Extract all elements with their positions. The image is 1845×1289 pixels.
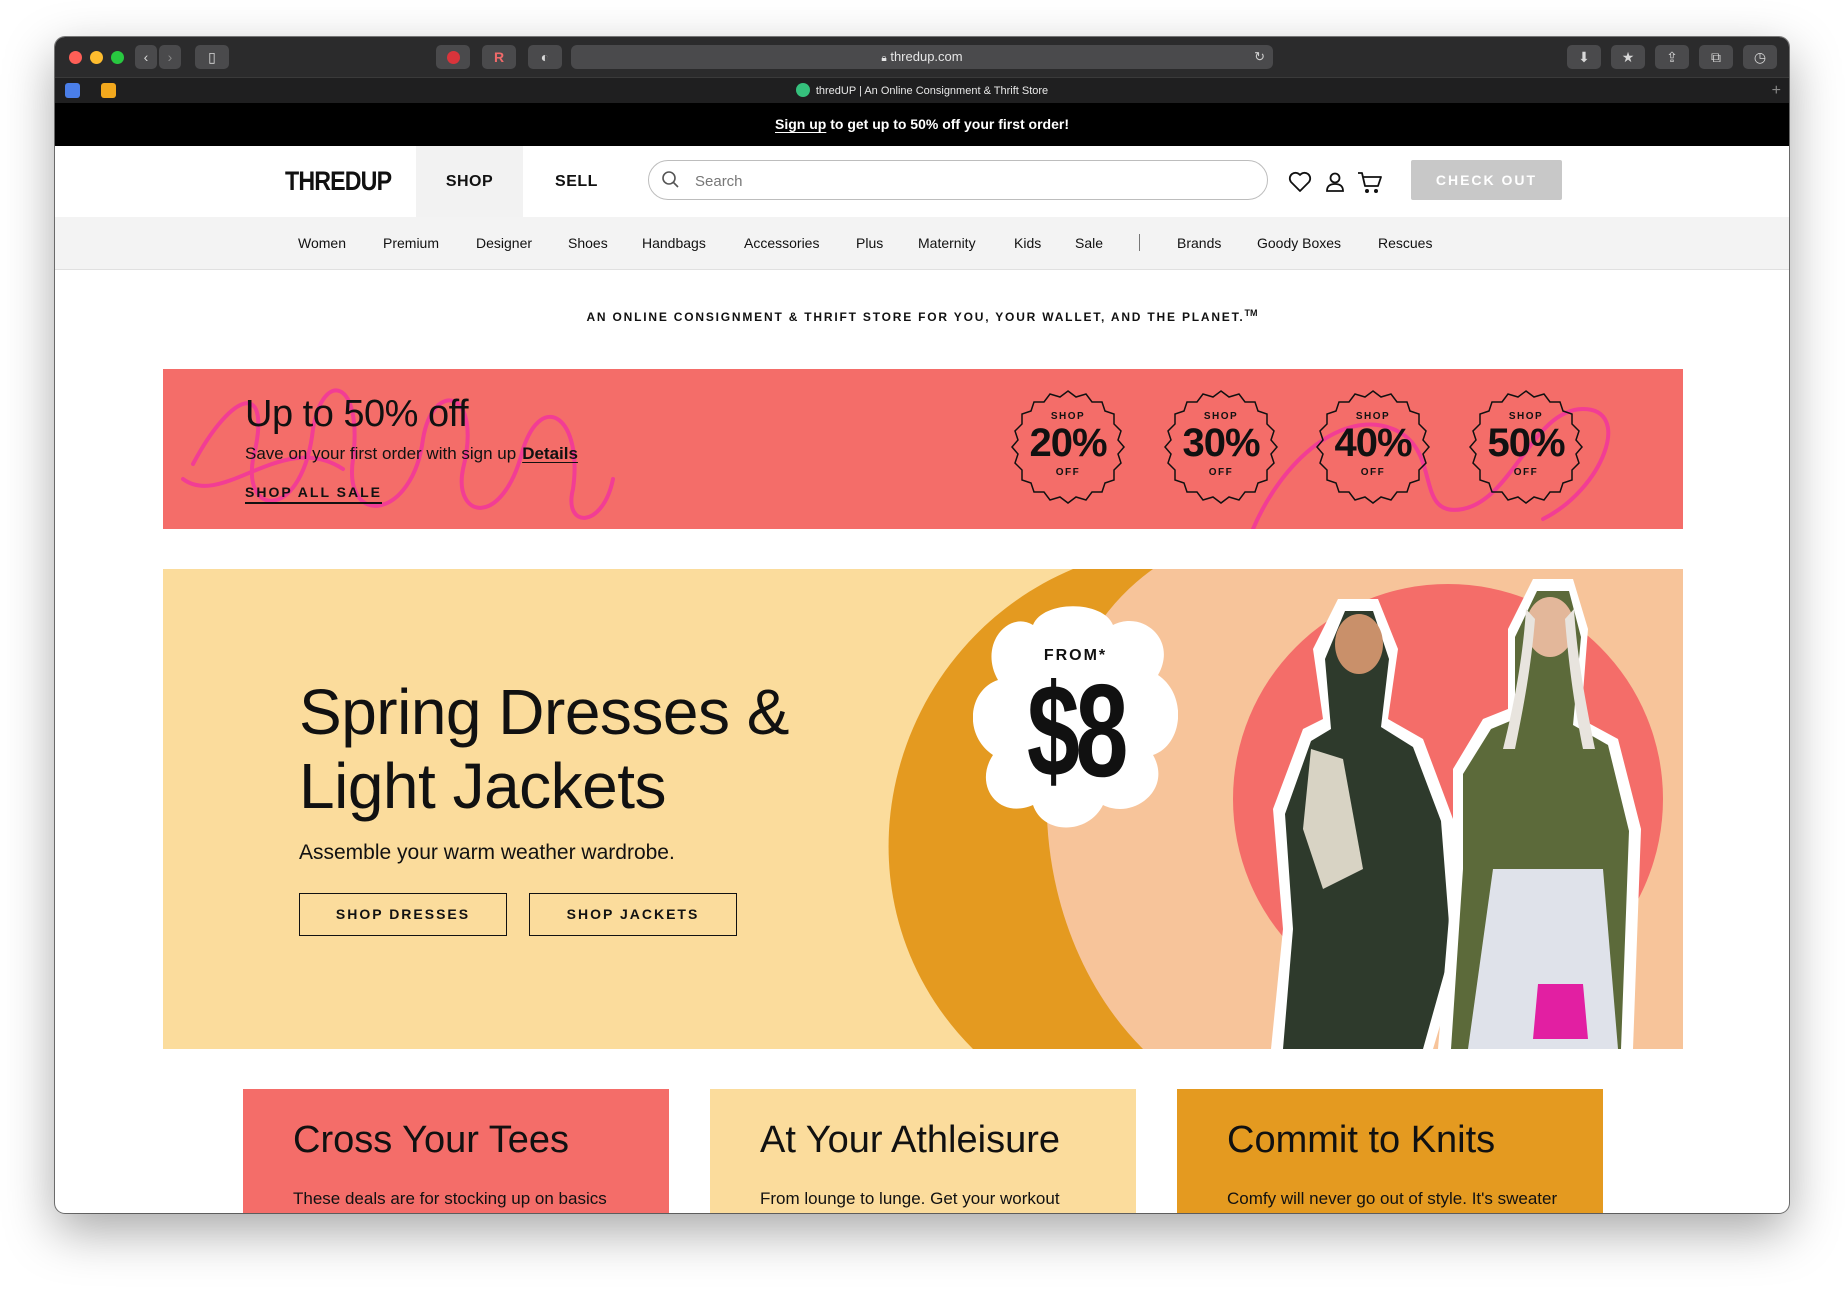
- sale-subtitle: Save on your first order with sign up: [245, 444, 517, 463]
- tagline-text: AN ONLINE CONSIGNMENT & THRIFT STORE FOR…: [586, 310, 1245, 324]
- shop-all-sale-link[interactable]: SHOP ALL SALE: [245, 484, 382, 504]
- badge-percent: 40%: [1334, 421, 1412, 465]
- category-link-handbags[interactable]: Handbags: [642, 217, 706, 269]
- site-header: THREDUP SHOP SELL CHECK OUT: [55, 146, 1789, 217]
- category-link-rescues[interactable]: Rescues: [1378, 217, 1432, 269]
- shop-40-off-badge[interactable]: SHOP 40% OFF: [1311, 385, 1435, 509]
- category-link-plus[interactable]: Plus: [856, 217, 883, 269]
- url-text: thredup.com: [890, 49, 963, 64]
- sale-details-link[interactable]: Details: [522, 444, 578, 463]
- category-link-accessories[interactable]: Accessories: [744, 217, 819, 269]
- share-icon[interactable]: ⇪: [1655, 45, 1689, 69]
- shop-30-off-badge[interactable]: SHOP 30% OFF: [1159, 385, 1283, 509]
- price-burst: FROM* $8: [973, 605, 1178, 830]
- badge-off-label: OFF: [1208, 467, 1234, 478]
- shop-20-off-badge[interactable]: SHOP 20% OFF: [1006, 385, 1130, 509]
- category-link-kids[interactable]: Kids: [1014, 217, 1041, 269]
- privacy-shield-icon[interactable]: ◐: [528, 45, 562, 69]
- back-icon[interactable]: ‹: [135, 45, 157, 69]
- nav-shop-tab[interactable]: SHOP: [416, 146, 523, 217]
- spring-hero-banner[interactable]: FROM* $8 Spring Dresses & Light Jackets A…: [163, 569, 1683, 1049]
- promo-bar: Sign up to get up to 50% off your first …: [55, 103, 1789, 146]
- badge-off-label: OFF: [1055, 467, 1081, 478]
- forward-icon[interactable]: ›: [159, 45, 181, 69]
- card-text: Comfy will never go out of style. It's s…: [1227, 1189, 1558, 1208]
- tabs-overview-icon[interactable]: ⧉: [1699, 45, 1733, 69]
- category-link-designer[interactable]: Designer: [476, 217, 532, 269]
- trademark-mark: TM: [1244, 308, 1258, 318]
- history-icon[interactable]: ◷: [1743, 45, 1777, 69]
- hero-title-line1: Spring Dresses &: [299, 676, 789, 748]
- sign-up-link[interactable]: Sign up: [775, 116, 826, 132]
- cart-icon[interactable]: [1357, 171, 1383, 195]
- lock-icon: 🔒︎: [881, 53, 887, 64]
- badge-off-label: OFF: [1513, 467, 1539, 478]
- bookmark-star-icon[interactable]: ★: [1611, 45, 1645, 69]
- badge-percent: 20%: [1029, 421, 1107, 465]
- card-commit-to-knits[interactable]: Commit to Knits Comfy will never go out …: [1177, 1089, 1603, 1213]
- thredup-logo[interactable]: THREDUP: [285, 146, 392, 217]
- category-link-women[interactable]: Women: [298, 217, 346, 269]
- category-nav: Women Premium Designer Shoes Handbags Ac…: [55, 217, 1789, 270]
- thredup-favicon-icon: [795, 83, 810, 97]
- category-link-shoes[interactable]: Shoes: [568, 217, 608, 269]
- category-link-premium[interactable]: Premium: [383, 217, 439, 269]
- card-title: Cross Your Tees: [293, 1119, 570, 1161]
- browser-toolbar: ‹ › ▯ R ◐ 🔒︎ thredup.com ↻ ⬇ ★ ⇪ ⧉ ◷: [55, 37, 1789, 77]
- category-link-sale[interactable]: Sale: [1075, 217, 1103, 269]
- card-text: From lounge to lunge. Get your workout: [760, 1189, 1060, 1208]
- sidebar-icon[interactable]: ▯: [195, 45, 229, 69]
- category-divider: [1139, 234, 1140, 251]
- shop-50-off-badge[interactable]: SHOP 50% OFF: [1464, 385, 1588, 509]
- hero-title-line2: Light Jackets: [299, 750, 667, 822]
- nav-sell-tab[interactable]: SELL: [523, 146, 630, 217]
- category-link-brands[interactable]: Brands: [1177, 217, 1221, 269]
- search-icon: [662, 171, 679, 188]
- card-text: These deals are for stocking up on basic…: [293, 1189, 607, 1208]
- card-title: At Your Athleisure: [760, 1119, 1060, 1161]
- extension-r-icon[interactable]: R: [482, 45, 516, 69]
- checkout-button[interactable]: CHECK OUT: [1411, 160, 1562, 200]
- downloads-icon[interactable]: ⬇: [1567, 45, 1601, 69]
- account-icon[interactable]: [1324, 171, 1346, 193]
- card-at-your-athleisure[interactable]: At Your Athleisure From lounge to lunge.…: [710, 1089, 1136, 1213]
- reload-icon[interactable]: ↻: [1254, 45, 1265, 69]
- sale-title: Up to 50% off: [245, 393, 469, 435]
- search-box[interactable]: [648, 160, 1268, 201]
- heart-icon[interactable]: [1288, 171, 1312, 193]
- badge-percent: 50%: [1487, 421, 1565, 465]
- address-bar[interactable]: 🔒︎ thredup.com ↻: [571, 45, 1273, 69]
- extension-adblock-icon[interactable]: [436, 45, 470, 69]
- hero-title: Spring Dresses & Light Jackets: [299, 675, 789, 823]
- active-tab[interactable]: thredUP | An Online Consignment & Thrift…: [55, 78, 1789, 104]
- hero-subtitle: Assemble your warm weather wardrobe.: [299, 841, 675, 864]
- badge-off-label: OFF: [1360, 467, 1386, 478]
- tab-bar: thredUP | An Online Consignment & Thrift…: [55, 77, 1789, 104]
- price-label: $8: [1026, 657, 1128, 804]
- card-cross-your-tees[interactable]: Cross Your Tees These deals are for stoc…: [243, 1089, 669, 1213]
- category-link-maternity[interactable]: Maternity: [918, 217, 976, 269]
- tab-title: thredUP | An Online Consignment & Thrift…: [815, 85, 1049, 97]
- minimize-window-button[interactable]: [90, 51, 103, 64]
- promo-text: to get up to 50% off your first order!: [826, 116, 1069, 132]
- new-tab-icon[interactable]: +: [1772, 78, 1781, 104]
- sale-subtitle-row: Save on your first order with sign up Det…: [245, 444, 578, 464]
- card-title: Commit to Knits: [1227, 1119, 1496, 1161]
- category-link-goody-boxes[interactable]: Goody Boxes: [1257, 217, 1341, 269]
- browser-window: ‹ › ▯ R ◐ 🔒︎ thredup.com ↻ ⬇ ★ ⇪ ⧉ ◷ thr…: [55, 37, 1789, 1213]
- sale-banner[interactable]: Up to 50% off Save on your first order w…: [163, 369, 1683, 529]
- close-window-button[interactable]: [69, 51, 82, 64]
- badge-percent: 30%: [1182, 421, 1260, 465]
- site-tagline: AN ONLINE CONSIGNMENT & THRIFT STORE FOR…: [55, 308, 1789, 324]
- shop-jackets-button[interactable]: SHOP JACKETS: [529, 893, 737, 936]
- shop-dresses-button[interactable]: SHOP DRESSES: [299, 893, 507, 936]
- zoom-window-button[interactable]: [111, 51, 124, 64]
- search-input[interactable]: [693, 161, 1257, 201]
